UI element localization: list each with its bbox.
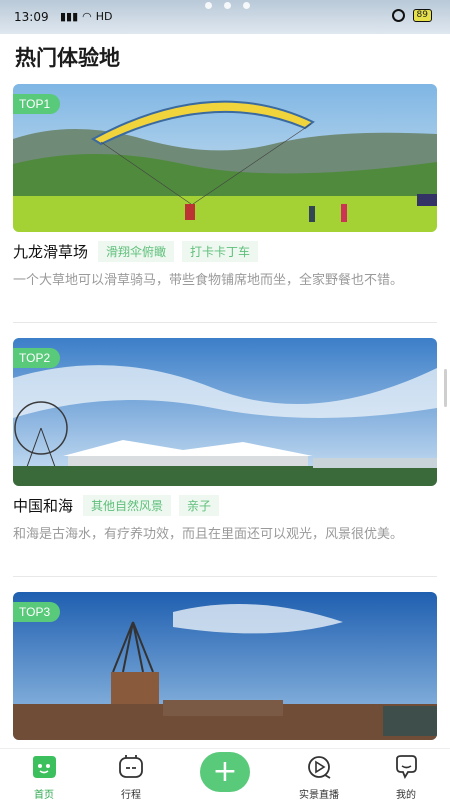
tab-label: 首页 (34, 790, 54, 800)
home-icon (33, 756, 56, 778)
scrollbar[interactable] (444, 369, 447, 407)
content-list[interactable]: TOP1 九龙滑草场 滑翔伞俯瞰 打卡卡丁车 一个大草地可以滑草骑马，带些食物铺… (0, 84, 450, 748)
divider (13, 322, 437, 323)
page-title: 热门体验地 (15, 46, 120, 70)
tab-label: 我的 (396, 790, 416, 800)
itinerary-icon (119, 755, 143, 778)
tab-home[interactable]: 首页 (14, 755, 74, 800)
divider (13, 576, 437, 577)
tab-profile[interactable]: 我的 (376, 755, 436, 800)
destination-card[interactable]: TOP3 (13, 592, 437, 740)
tag[interactable]: 亲子 (179, 494, 220, 516)
destination-description: 和海是古海水，有疗养功效，而且在里面还可以观光，风景很优美。 (13, 527, 404, 542)
page-indicator (205, 2, 250, 9)
tower-building-photo (13, 592, 437, 740)
destination-image[interactable]: TOP3 (13, 592, 437, 740)
tag[interactable]: 其他自然风景 (83, 494, 172, 516)
live-icon (308, 756, 331, 779)
battery-icon: 89 (412, 9, 432, 22)
rank-badge: TOP2 (13, 348, 61, 368)
destination-card[interactable]: TOP1 九龙滑草场 滑翔伞俯瞰 打卡卡丁车 一个大草地可以滑草骑马，带些食物铺… (13, 84, 437, 291)
tab-label: 实景直播 (299, 790, 339, 800)
add-icon: + (212, 754, 238, 789)
status-icons: ▮▮▮ ◠ HD (60, 10, 113, 23)
tab-itinerary[interactable]: 行程 (101, 755, 161, 800)
alarm-icon (391, 9, 405, 22)
tab-live[interactable]: 实景直播 (289, 755, 349, 800)
ferris-wheel-seaside-photo (13, 338, 437, 486)
destination-name[interactable]: 九龙滑草场 (13, 241, 88, 262)
tag[interactable]: 打卡卡丁车 (182, 240, 259, 262)
signal-icon: ▮▮▮ (60, 10, 79, 23)
paragliding-grassland-photo (13, 84, 437, 232)
destination-name[interactable]: 中国和海 (13, 495, 73, 516)
wifi-icon: ◠ (82, 10, 92, 23)
network-type: HD (95, 10, 113, 23)
status-bar: 13:09 ▮▮▮ ◠ HD 89 (0, 0, 450, 34)
destination-image[interactable]: TOP1 (13, 84, 437, 232)
profile-icon (396, 755, 417, 780)
destination-description: 一个大草地可以滑草骑马，带些食物铺席地而坐，全家野餐也不错。 (13, 273, 404, 288)
destination-image[interactable]: TOP2 (13, 338, 437, 486)
tab-label: 行程 (121, 790, 141, 800)
rank-badge: TOP3 (13, 602, 61, 622)
add-button[interactable]: + (200, 752, 250, 792)
tag[interactable]: 滑翔伞俯瞰 (98, 240, 175, 262)
status-right: 89 (391, 9, 432, 22)
status-time: 13:09 (14, 10, 49, 24)
destination-card[interactable]: TOP2 中国和海 其他自然风景 亲子 和海是古海水，有疗养功效，而且在里面还可… (13, 338, 437, 545)
rank-badge: TOP1 (13, 94, 61, 114)
